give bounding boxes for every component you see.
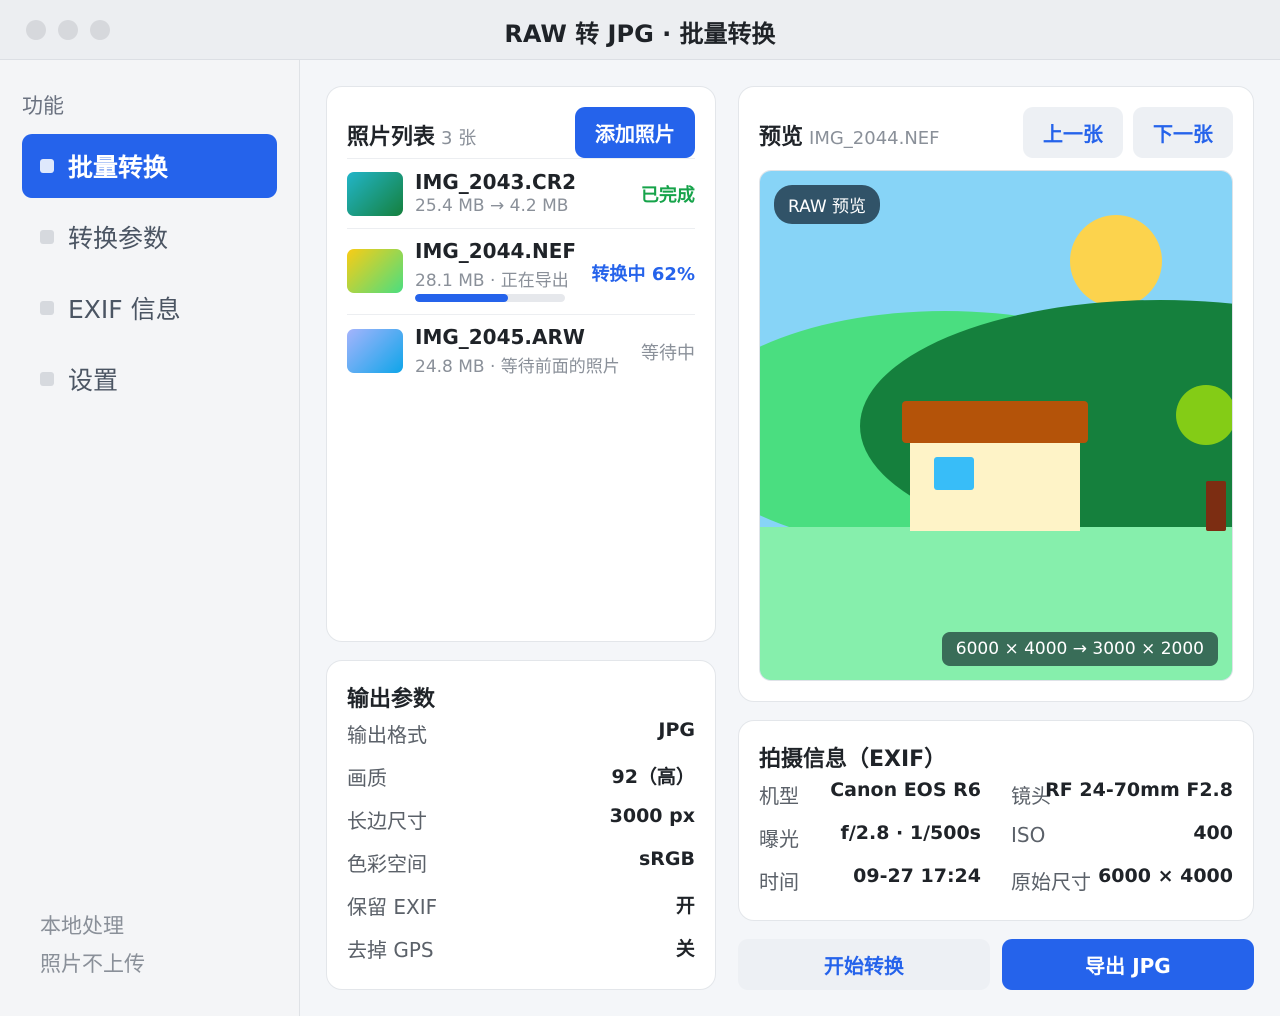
photo-list-title: 照片列表 3 张 [347, 119, 476, 151]
photo-name: IMG_2044.NEF [415, 239, 577, 263]
dimensions-badge: 6000 × 4000 → 3000 × 2000 [941, 632, 1218, 666]
photo-row[interactable]: IMG_2043.CR2 25.4 MB → 4.2 MB 已完成 [347, 158, 695, 228]
exif-value: 400 [1193, 822, 1233, 844]
output-params-card: 输出参数 输出格式 JPG 画质 92（高） 长边尺寸 3000 px 色彩空间… [326, 660, 716, 990]
sidebar-item-batch-convert[interactable]: 批量转换 [22, 134, 277, 198]
exif-label: 原始尺寸 [1011, 870, 1091, 894]
param-value: 开 [675, 895, 695, 917]
add-photos-button[interactable]: 添加照片 [575, 107, 695, 158]
house-window [934, 457, 974, 490]
photo-row[interactable]: IMG_2044.NEF 28.1 MB · 正在导出 转换中 62% [347, 228, 695, 314]
sidebar-item-exif[interactable]: EXIF 信息 [22, 276, 277, 340]
param-row-format[interactable]: 输出格式 JPG [347, 719, 695, 749]
nav-dot-icon [40, 230, 54, 244]
start-convert-button[interactable]: 开始转换 [738, 939, 990, 990]
photo-count: 3 张 [441, 128, 477, 149]
param-value: JPG [658, 719, 695, 741]
param-row-strip-gps[interactable]: 去掉 GPS 关 [347, 934, 695, 964]
sidebar-item-label: EXIF 信息 [68, 295, 181, 324]
preview-illustration [760, 171, 1232, 680]
sidebar-item-convert-params[interactable]: 转换参数 [22, 205, 277, 269]
photo-thumbnail [347, 249, 403, 293]
prev-photo-button[interactable]: 上一张 [1023, 107, 1123, 158]
conversion-progress-bar [415, 294, 565, 302]
sidebar-item-label: 批量转换 [68, 153, 169, 182]
photo-name: IMG_2045.ARW [415, 325, 585, 349]
photo-meta: 28.1 MB · 正在导出 [415, 271, 569, 291]
exif-card: 拍摄信息（EXIF） 机型 Canon EOS R6 镜头 RF 24-70mm… [738, 720, 1254, 921]
output-params-title: 输出参数 [347, 687, 436, 712]
preview-title: 预览 IMG_2044.NEF [759, 119, 940, 151]
photo-row[interactable]: IMG_2045.ARW 24.8 MB · 等待前面的照片 等待中 [347, 314, 695, 386]
exif-label: 曝光 [759, 827, 799, 851]
raw-preview-badge: RAW 预览 [774, 185, 881, 224]
status-badge: 已完成 [641, 185, 695, 206]
sun-icon [1070, 215, 1162, 307]
next-photo-button[interactable]: 下一张 [1133, 107, 1233, 158]
param-value: sRGB [638, 848, 695, 870]
param-value: 3000 px [609, 805, 695, 827]
photo-list-card: 照片列表 3 张 添加照片 IMG_2043.CR2 25.4 MB → 4.2 … [326, 86, 716, 642]
param-row-quality[interactable]: 画质 92（高） [347, 762, 695, 792]
exif-value: 6000 × 4000 [1098, 865, 1233, 887]
preview-card: 预览 IMG_2044.NEF 上一张 下一张 RAW 预览 6000 × 400… [738, 86, 1254, 702]
privacy-note-line2: 照片不上传 [40, 952, 145, 976]
preview-image[interactable]: RAW 预览 6000 × 4000 → 3000 × 2000 [759, 170, 1233, 681]
privacy-note-line1: 本地处理 [40, 914, 124, 938]
param-label: 去掉 GPS [347, 938, 434, 962]
exif-title: 拍摄信息（EXIF） [759, 747, 947, 772]
exif-value: Canon EOS R6 [830, 779, 981, 801]
sidebar-item-label: 设置 [68, 366, 119, 395]
param-value: 92（高） [611, 766, 695, 788]
param-row-color-space[interactable]: 色彩空间 sRGB [347, 848, 695, 878]
param-row-long-edge[interactable]: 长边尺寸 3000 px [347, 805, 695, 835]
exif-label: ISO [1011, 823, 1046, 847]
photo-thumbnail [347, 172, 403, 216]
house-roof [902, 401, 1088, 443]
photo-list-title-text: 照片列表 [347, 125, 436, 150]
window-title: RAW 转 JPG · 批量转换 [504, 20, 776, 48]
param-label: 画质 [347, 766, 387, 790]
sidebar-section-title: 功能 [22, 94, 64, 118]
exif-label: 时间 [759, 870, 799, 894]
exif-value: f/2.8 · 1/500s [840, 822, 981, 844]
photo-thumbnail [347, 329, 403, 373]
nav-dot-icon [40, 372, 54, 386]
preview-filename: IMG_2044.NEF [809, 128, 940, 149]
photo-meta: 25.4 MB → 4.2 MB [415, 196, 569, 216]
exif-value: 09-27 17:24 [853, 865, 981, 887]
param-label: 色彩空间 [347, 852, 427, 876]
nav-dot-icon [40, 159, 54, 173]
param-row-keep-exif[interactable]: 保留 EXIF 开 [347, 891, 695, 921]
sidebar-item-label: 转换参数 [68, 224, 169, 253]
status-badge: 转换中 62% [591, 264, 695, 285]
exif-label: 机型 [759, 784, 799, 808]
param-label: 保留 EXIF [347, 895, 438, 919]
tree-trunk [1206, 481, 1226, 531]
preview-title-text: 预览 [759, 125, 804, 150]
nav-dot-icon [40, 301, 54, 315]
param-label: 长边尺寸 [347, 809, 427, 833]
exif-value: RF 24-70mm F2.8 [1045, 779, 1233, 801]
sidebar: 功能 批量转换 转换参数 EXIF 信息 设置 本地处理 照片不上传 [0, 60, 300, 1016]
param-label: 输出格式 [347, 723, 427, 747]
export-jpg-button[interactable]: 导出 JPG [1002, 939, 1254, 990]
progress-fill [415, 294, 508, 302]
status-badge: 等待中 [641, 343, 695, 364]
photo-name: IMG_2043.CR2 [415, 170, 577, 194]
sidebar-item-settings[interactable]: 设置 [22, 347, 277, 411]
param-value: 关 [675, 938, 695, 960]
photo-meta: 24.8 MB · 等待前面的照片 [415, 357, 620, 377]
title-bar: RAW 转 JPG · 批量转换 [0, 0, 1280, 60]
